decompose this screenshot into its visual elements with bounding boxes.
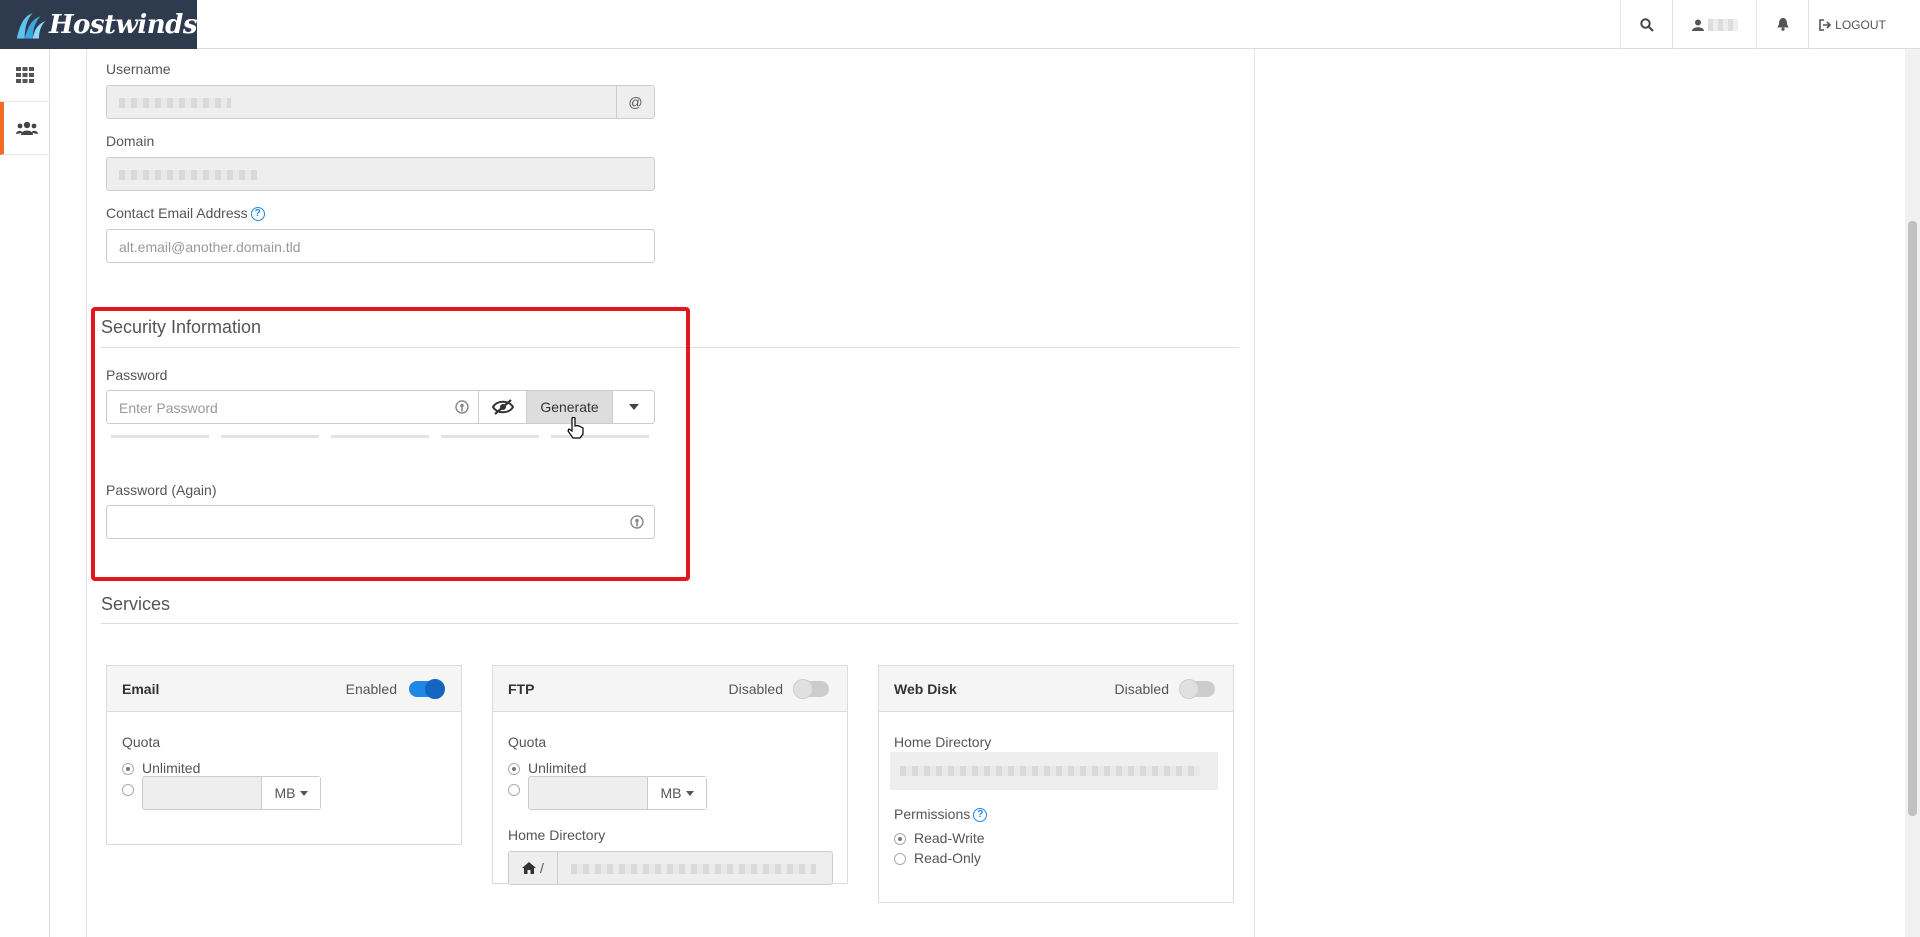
ftp-quota-unlimited-radio[interactable]	[508, 763, 520, 775]
help-icon[interactable]: ?	[250, 207, 265, 222]
webdisk-read-only-label: Read-Only	[914, 850, 981, 866]
grid-icon	[16, 67, 34, 83]
email-service-card: Email Enabled Quota Unlimited MB	[106, 665, 462, 845]
sign-out-icon	[1819, 18, 1832, 31]
top-nav: LOGOUT	[1620, 0, 1896, 49]
email-enabled-toggle[interactable]	[409, 679, 445, 699]
contact-email-label-text: Contact Email Address	[106, 205, 248, 221]
search-button[interactable]	[1620, 0, 1672, 49]
ftp-enabled-toggle[interactable]	[793, 679, 829, 699]
scrollbar-thumb[interactable]	[1908, 221, 1917, 816]
brand-logo[interactable]: Hostwinds	[0, 0, 198, 49]
search-icon	[1639, 17, 1654, 32]
email-card-header: Email Enabled	[107, 666, 461, 712]
caret-down-icon	[299, 790, 308, 796]
ftp-card-header: FTP Disabled	[493, 666, 847, 712]
rail-item-apps[interactable]	[0, 49, 50, 102]
ftp-quota-custom-radio[interactable]	[508, 784, 520, 796]
webdisk-permissions-label: Permissions?	[894, 806, 988, 823]
contact-email-input[interactable]: alt.email@another.domain.tld	[106, 229, 655, 263]
help-icon[interactable]: ?	[973, 808, 988, 823]
ftp-card-title: FTP	[508, 681, 535, 697]
toggle-knob	[793, 679, 813, 699]
bell-icon	[1777, 18, 1788, 31]
user-menu[interactable]	[1672, 0, 1756, 49]
contact-email-placeholder: alt.email@another.domain.tld	[119, 239, 301, 255]
webdisk-home-directory-value	[890, 752, 1218, 790]
email-quota-unlimited-label: Unlimited	[142, 760, 201, 776]
webdisk-permissions-label-text: Permissions	[894, 806, 971, 822]
username-at-addon: @	[616, 86, 654, 118]
webdisk-read-write-radio[interactable]	[894, 833, 906, 845]
webdisk-service-card: Web Disk Disabled Home Directory Permiss…	[878, 665, 1234, 903]
waves-logo-icon	[16, 12, 46, 39]
webdisk-card-title: Web Disk	[894, 681, 957, 697]
ftp-quota-label: Quota	[508, 734, 547, 750]
ftp-home-path-blurred	[571, 864, 816, 874]
services-divider	[101, 623, 1239, 624]
webdisk-home-directory-label: Home Directory	[894, 734, 992, 750]
toggle-knob	[425, 679, 445, 699]
ftp-home-directory-input[interactable]: /	[508, 851, 833, 885]
webdisk-enabled-toggle[interactable]	[1179, 679, 1215, 699]
email-quota-unit: MB	[274, 785, 296, 801]
webdisk-read-only-radio[interactable]	[894, 853, 906, 865]
ftp-home-prefix: /	[509, 852, 558, 884]
email-quota-label: Quota	[122, 734, 161, 750]
page-scrollbar[interactable]	[1905, 49, 1920, 937]
username-field[interactable]: @	[106, 85, 655, 119]
email-card-title: Email	[122, 681, 160, 697]
username-value-blurred	[119, 98, 231, 108]
ftp-quota-unit-dropdown[interactable]: MB	[647, 777, 706, 809]
username-label: Username	[106, 61, 171, 77]
rail-item-users[interactable]	[0, 102, 50, 155]
home-icon	[522, 862, 537, 874]
notifications-button[interactable]	[1756, 0, 1808, 49]
ftp-quota-input[interactable]: MB	[528, 776, 707, 810]
contact-email-label: Contact Email Address?	[106, 205, 265, 222]
ftp-home-directory-label: Home Directory	[508, 827, 606, 843]
ftp-service-card: FTP Disabled Quota Unlimited MB Home Dir…	[492, 665, 848, 885]
toggle-knob	[1179, 679, 1199, 699]
ftp-quota-unlimited-label: Unlimited	[528, 760, 587, 776]
top-bar: Hostwinds LOGOUT	[0, 0, 1920, 49]
user-icon	[1691, 19, 1704, 31]
domain-field[interactable]	[106, 157, 655, 191]
username-blurred	[1707, 18, 1738, 31]
webdisk-status-label: Disabled	[1114, 681, 1169, 697]
caret-down-icon	[685, 790, 694, 796]
domain-value-blurred	[119, 170, 257, 180]
logout-button[interactable]: LOGOUT	[1808, 0, 1896, 49]
brand-name: Hostwinds	[48, 9, 198, 40]
security-highlight-box	[91, 307, 690, 581]
ftp-quota-unit: MB	[660, 785, 682, 801]
logout-label: LOGOUT	[1835, 17, 1886, 32]
webdisk-home-path-blurred	[900, 766, 1200, 776]
email-quota-custom-radio[interactable]	[122, 784, 134, 796]
left-rail	[0, 49, 50, 937]
email-quota-unlimited-radio[interactable]	[122, 763, 134, 775]
email-quota-input[interactable]: MB	[142, 776, 321, 810]
ftp-status-label: Disabled	[728, 681, 783, 697]
services-section-title: Services	[101, 594, 171, 614]
email-status-label: Enabled	[345, 681, 397, 697]
webdisk-read-write-label: Read-Write	[914, 830, 985, 846]
email-quota-unit-dropdown[interactable]: MB	[261, 777, 320, 809]
ftp-home-slash: /	[540, 860, 544, 876]
domain-label: Domain	[106, 133, 155, 149]
users-icon	[16, 121, 38, 135]
webdisk-card-header: Web Disk Disabled	[879, 666, 1233, 712]
